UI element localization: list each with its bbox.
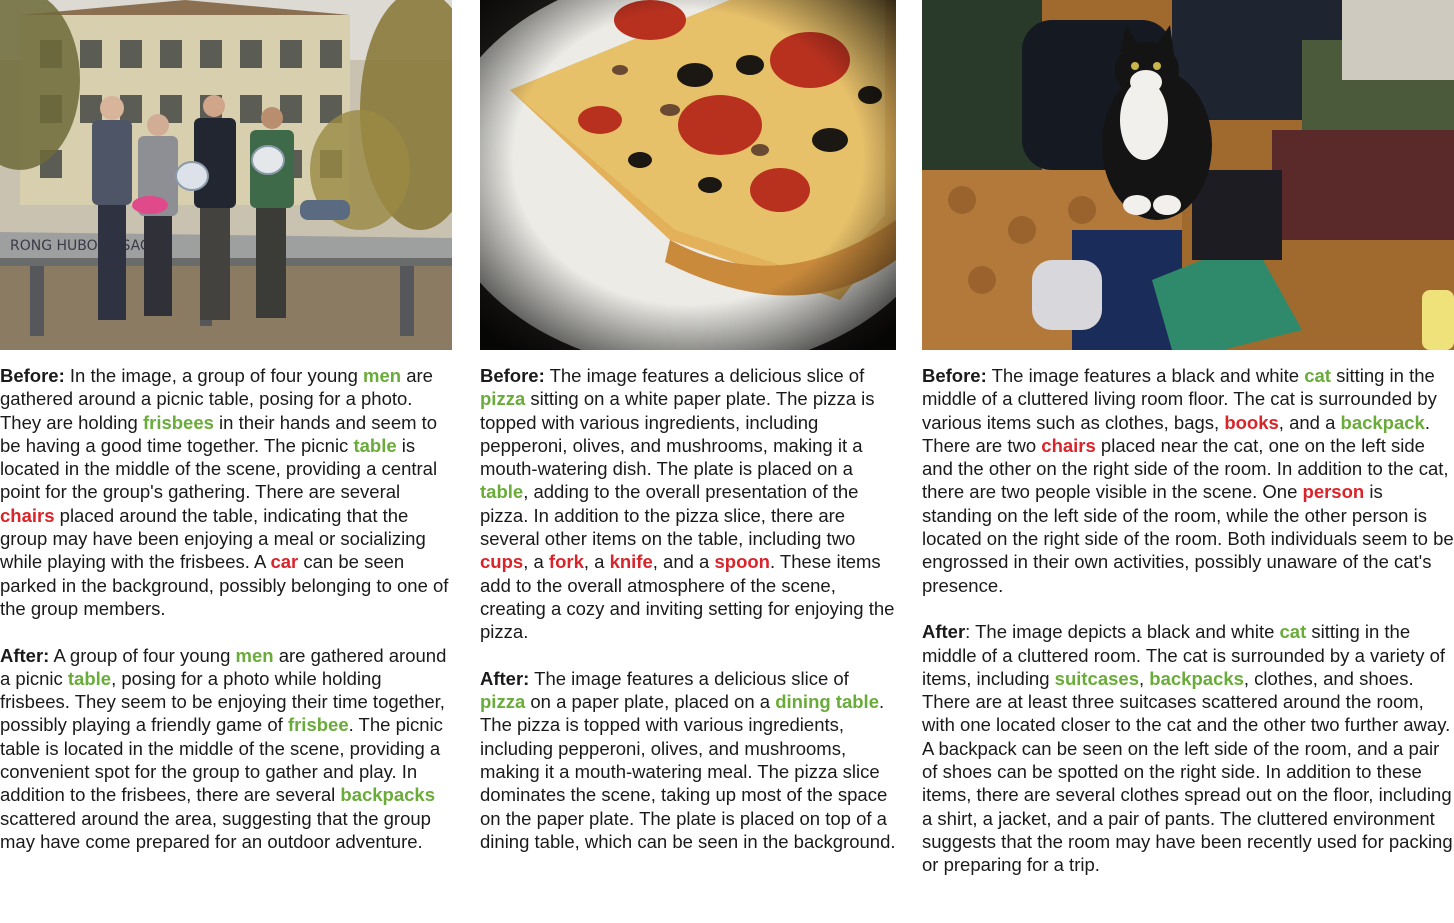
caption-text: , adding to the overall presentation of …: [480, 481, 859, 550]
caption-text: The image features a delicious slice of: [529, 667, 849, 689]
caption-text: The image features a black and white: [986, 365, 1305, 386]
photo-cat-cluttered-room: [922, 0, 1454, 350]
panel-3: Before: The image features a black and w…: [922, 0, 1454, 900]
before-text: Before: The image features a black and w…: [922, 364, 1454, 597]
object-word-hallucinated: knife: [609, 551, 653, 573]
before-text: Before: In the image, a group of four yo…: [0, 364, 452, 620]
object-word-correct: men: [235, 644, 274, 666]
object-word-hallucinated: cups: [480, 551, 524, 573]
object-word-correct: pizza: [480, 691, 526, 713]
object-word-hallucinated: fork: [548, 551, 584, 573]
before-text: Before: The image features a delicious s…: [480, 364, 896, 644]
caption-text: , a: [523, 551, 549, 573]
object-word-hallucinated: chairs: [1041, 434, 1096, 456]
caption-panel-2: Before: The image features a delicious s…: [480, 364, 896, 853]
after-text: After: A group of four young men are gat…: [0, 644, 452, 854]
object-word-correct: backpacks: [340, 784, 436, 806]
caption-text: : The image depicts a black and white: [965, 621, 1280, 643]
object-word-hallucinated: spoon: [714, 551, 770, 573]
before-label: Before:: [0, 365, 65, 386]
object-word-correct: men: [363, 365, 402, 386]
photo-pizza-slice: [480, 0, 896, 350]
panel-2: Before: The image features a delicious s…: [480, 0, 896, 877]
before-label: Before:: [922, 365, 987, 386]
object-word-hallucinated: car: [270, 551, 299, 573]
object-word-correct: backpack: [1340, 411, 1425, 433]
before-label: Before:: [480, 365, 545, 386]
object-word-correct: cat: [1304, 365, 1331, 386]
caption-text: scattered around the area, suggesting th…: [0, 807, 431, 852]
svg-text:RONG HUBONE SACK: RONG HUBONE SACK: [10, 238, 160, 254]
caption-text: . The pizza is topped with various ingre…: [480, 691, 896, 852]
caption-text: , and a: [1278, 411, 1341, 433]
object-word-hallucinated: chairs: [0, 504, 55, 526]
object-word-correct: pizza: [480, 388, 526, 410]
caption-text: sitting on a white paper plate. The pizz…: [480, 388, 875, 480]
after-label: After:: [0, 644, 50, 666]
photo-picnic-group: RONG HUBONE SACK: [0, 0, 452, 350]
caption-text: ,: [1139, 667, 1150, 689]
object-word-correct: suitcases: [1054, 667, 1139, 689]
panel-1: RONG HUBONE SACK Before: In the image, a…: [0, 0, 452, 877]
caption-panel-3: Before: The image features a black and w…: [922, 364, 1454, 877]
caption-text: A group of four young: [49, 644, 236, 666]
object-word-correct: cat: [1279, 621, 1307, 643]
object-word-correct: table: [67, 667, 112, 689]
caption-text: , and a: [652, 551, 715, 573]
object-word-correct: table: [353, 434, 397, 456]
object-word-hallucinated: books: [1224, 411, 1279, 433]
after-text: After: The image depicts a black and whi…: [922, 620, 1454, 876]
object-word-correct: backpacks: [1149, 667, 1244, 689]
after-label: After: [922, 621, 966, 643]
caption-text: , clothes, and shoes. There are at least…: [922, 667, 1453, 876]
caption-panel-1: Before: In the image, a group of four yo…: [0, 364, 452, 853]
object-word-correct: frisbee: [287, 714, 349, 736]
object-word-correct: dining table: [775, 691, 879, 713]
caption-text: The image features a delicious slice of: [544, 365, 865, 386]
object-word-hallucinated: person: [1302, 481, 1365, 503]
object-word-correct: frisbees: [142, 411, 214, 433]
caption-text: In the image, a group of four young: [64, 365, 364, 386]
caption-text: , a: [583, 551, 610, 573]
after-text: After: The image features a delicious sl…: [480, 667, 896, 853]
object-word-correct: table: [480, 481, 524, 503]
caption-text: on a paper plate, placed on a: [525, 691, 776, 713]
after-label: After:: [480, 667, 530, 689]
